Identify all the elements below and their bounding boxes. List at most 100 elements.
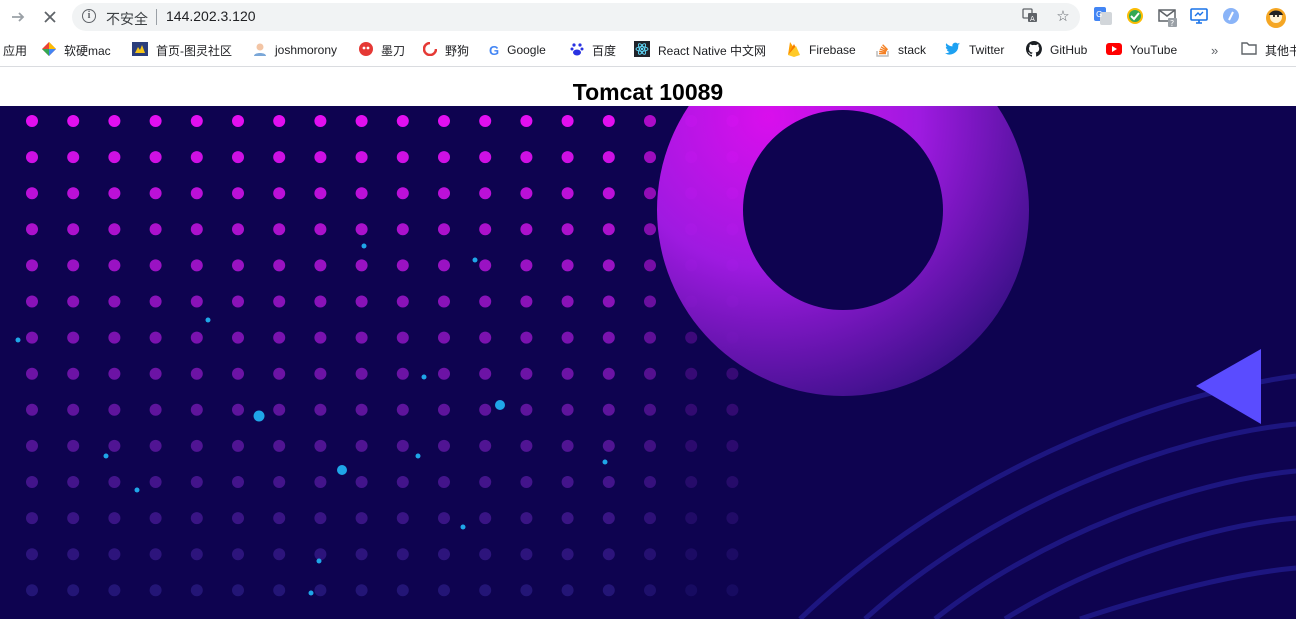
profile-avatar[interactable] [1265,7,1286,28]
bookmark-modao[interactable]: 墨刀 [359,41,405,59]
particle-dot [421,374,427,380]
bookmark-youtube[interactable]: YouTube [1106,41,1177,59]
grid-dot [479,295,492,308]
bookmarks-overflow-button[interactable]: » [1211,41,1218,59]
grid-dot [644,295,656,308]
grid-dot [67,403,80,416]
grid-dot [561,223,574,236]
grid-dot [726,403,739,416]
url-text[interactable]: 144.202.3.120 [166,8,256,24]
grid-dot [602,151,615,164]
grid-dot [355,331,368,344]
grid-dot [273,151,286,164]
browser-toolbar: i 不安全 144.202.3.120 A ☆ G ? [0,0,1296,34]
grid-dot [479,548,492,561]
grid-dot [561,259,574,272]
grid-dot [314,512,327,525]
bookmark-github[interactable]: GitHub [1025,40,1087,60]
grid-dot [232,223,244,236]
grid-dot [644,512,656,525]
grid-dot [396,151,409,164]
particle-dot [103,453,109,459]
grid-dot [561,476,574,488]
grid-dot [438,439,450,452]
info-icon[interactable]: i [82,9,96,23]
bookmark-label: joshmorony [275,43,338,57]
star-icon[interactable]: ☆ [1053,7,1073,27]
stop-loading-icon[interactable] [38,5,62,29]
bookmark-wilddog[interactable]: 野狗 [422,41,469,59]
grid-dot [190,115,203,127]
grid-dot [67,295,80,308]
grid-dot [149,223,162,236]
grid-dot [26,367,38,380]
grid-dot [26,403,38,416]
grid-dot [108,331,121,344]
grid-dot [355,439,368,452]
grid-dot [67,223,80,236]
grid-dot [396,584,409,597]
bookmark-firebase[interactable]: Firebase [787,41,856,59]
grid-dot [644,187,656,200]
security-status[interactable]: 不安全 [106,9,148,29]
grid-dot [685,476,698,488]
grid-dot [479,331,492,344]
grid-dot [644,367,656,380]
react-icon [634,40,650,60]
grid-dot [149,403,162,416]
other-bookmarks-folder[interactable]: 其他书 [1241,41,1296,59]
grid-dot [438,367,450,380]
google-translate-ext-icon[interactable]: G [1094,7,1114,27]
grid-dot [190,548,203,561]
grid-dot [602,476,615,488]
bookmark-stack[interactable]: stack [876,41,926,59]
bookmark-label: stack [898,43,927,57]
grid-dot [108,476,121,488]
grid-dot [438,187,450,200]
triangle-shape [1196,349,1261,424]
svg-text:A: A [1030,15,1035,23]
screen-ext-icon[interactable] [1190,7,1210,27]
extension-check-icon[interactable] [1126,7,1146,27]
bookmark-baidu[interactable]: 百度 [570,41,616,59]
grid-dot [396,403,409,416]
avatar-icon [253,42,267,59]
grid-dot [355,295,368,308]
bookmark-label: React Native 中文网 [658,43,767,58]
grid-dot [602,548,615,561]
grid-dot [396,476,409,488]
diamond-icon [42,41,56,59]
turing-icon [132,41,148,59]
grid-dot [190,223,203,236]
grid-dot [26,223,38,236]
bookmark-twitter[interactable]: Twitter [945,41,1004,59]
grid-dot [232,259,244,272]
grid-dot [644,115,656,127]
bookmark-ruanying-mac[interactable]: 软硬mac [42,41,111,59]
forward-arrow-icon[interactable] [6,5,30,29]
grid-dot [685,439,698,452]
grid-dot [479,584,492,597]
grid-dot [602,367,615,380]
bookmark-turing[interactable]: 首页-图灵社区 [132,41,232,59]
translate-icon[interactable]: A [1020,7,1040,27]
grid-dot [273,512,286,525]
bookmark-google[interactable]: G Google [489,41,546,59]
grid-dot [26,476,38,488]
extension-circle-icon[interactable] [1222,7,1242,27]
grid-dot [232,295,244,308]
grid-dot [561,151,574,164]
grid-dot [520,403,533,416]
address-bar[interactable]: i 不安全 144.202.3.120 A ☆ [72,3,1080,31]
bookmark-label: 首页-图灵社区 [156,43,232,58]
grid-dot [149,187,162,200]
bookmark-react-native[interactable]: React Native 中文网 [634,40,767,60]
bookmark-joshmorony[interactable]: joshmorony [253,41,337,59]
github-icon [1025,40,1042,60]
grid-dot [644,151,656,164]
particle-dot [253,410,265,422]
gmail-ext-icon[interactable]: ? [1158,7,1178,28]
grid-dot [479,187,492,200]
bookmark-apps[interactable]: 应用 [3,41,27,59]
grid-dot [438,403,450,416]
